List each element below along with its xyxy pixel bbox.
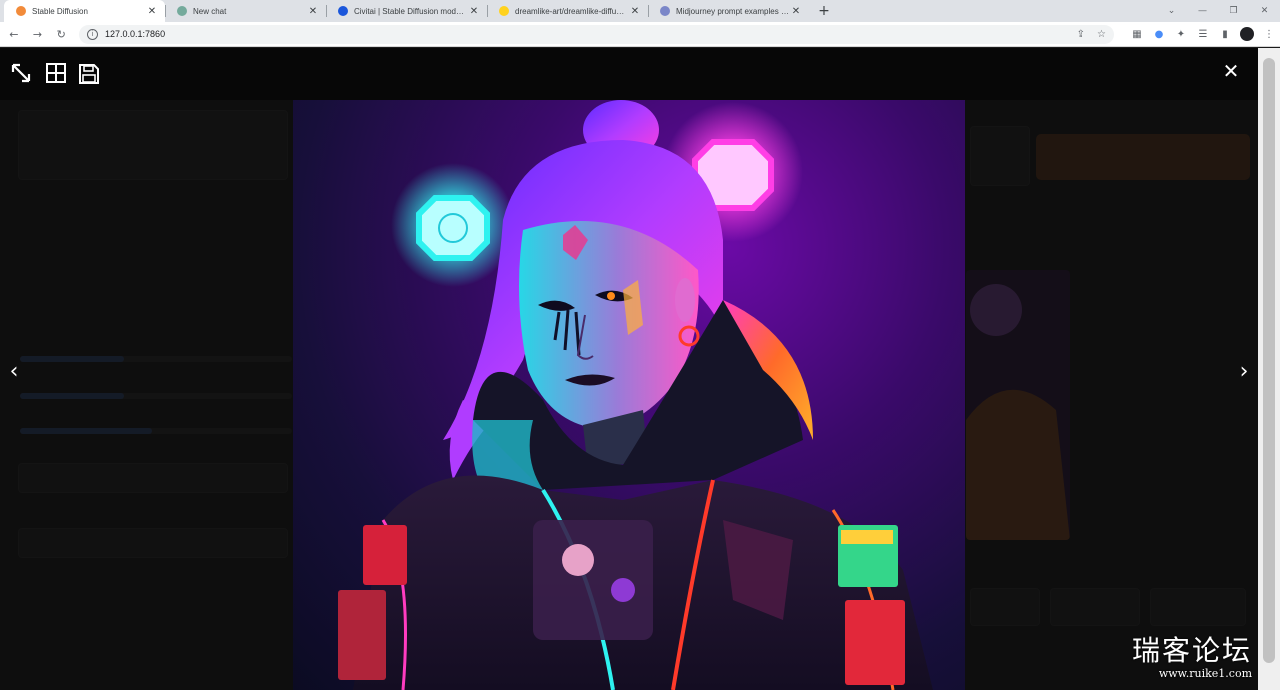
- reading-list-icon[interactable]: ☰: [1192, 24, 1214, 44]
- scrollbar-thumb[interactable]: [1263, 58, 1275, 663]
- watermark-name: 瑞客论坛: [1131, 634, 1252, 667]
- forward-icon[interactable]: →: [28, 24, 48, 44]
- tab-close-icon[interactable]: ✕: [789, 6, 803, 17]
- lightbox-toolbar: ✕: [0, 48, 1258, 100]
- extensions-area: ▦ ● ✦ ☰ ▮ ⋮: [1126, 24, 1280, 44]
- tab-title: Midjourney prompt examples | Le: [676, 6, 789, 16]
- tab-list: Stable Diffusion ✕ New chat ✕ Civitai | Stab…: [0, 0, 809, 22]
- generated-image: [293, 100, 965, 690]
- extensions-puzzle-icon[interactable]: ✦: [1170, 24, 1192, 44]
- tab-favicon-icon: [338, 6, 348, 16]
- tab-title: Civitai | Stable Diffusion models, e: [354, 6, 467, 16]
- browser-tab[interactable]: Stable Diffusion ✕: [4, 0, 165, 22]
- next-image-button[interactable]: ›: [1232, 358, 1256, 384]
- window-controls: ⌄ — ❐ ✕: [1156, 0, 1280, 22]
- tab-title: New chat: [193, 6, 227, 16]
- browser-tab[interactable]: Midjourney prompt examples | Le ✕: [648, 0, 809, 22]
- address-bar[interactable]: i 127.0.0.1:7860 ⇪ ☆: [79, 24, 1114, 44]
- lightbox-overlay: ✕ ‹ › 瑞客论坛 www.ruike1.com: [0, 48, 1258, 690]
- tab-favicon-icon: [660, 6, 670, 16]
- extension-circle-icon[interactable]: ●: [1148, 24, 1170, 44]
- tab-favicon-icon: [499, 6, 509, 16]
- lightbox-close-button[interactable]: ✕: [1218, 58, 1244, 84]
- site-info-icon[interactable]: i: [87, 28, 99, 40]
- close-window-icon[interactable]: ✕: [1249, 0, 1280, 22]
- tab-favicon-icon: [177, 6, 187, 16]
- page-scrollbar[interactable]: [1258, 48, 1280, 690]
- restore-icon[interactable]: ❐: [1218, 0, 1249, 22]
- extension-grid-icon[interactable]: ▦: [1126, 24, 1148, 44]
- browser-tab[interactable]: New chat ✕: [165, 0, 326, 22]
- tab-close-icon[interactable]: ✕: [306, 6, 320, 17]
- tab-title: dreamlike-art/dreamlike-diffusion-: [515, 6, 628, 16]
- back-icon[interactable]: ←: [4, 24, 24, 44]
- browser-tab[interactable]: Civitai | Stable Diffusion models, e ✕: [326, 0, 487, 22]
- browser-menu-icon[interactable]: ⋮: [1258, 24, 1280, 44]
- tile-grid-icon[interactable]: [43, 60, 69, 86]
- previous-image-button[interactable]: ‹: [2, 358, 26, 384]
- tab-close-icon[interactable]: ✕: [628, 6, 642, 17]
- address-url: 127.0.0.1:7860: [105, 29, 166, 39]
- tab-close-icon[interactable]: ✕: [145, 6, 159, 17]
- tab-close-icon[interactable]: ✕: [467, 6, 481, 17]
- screen: Stable Diffusion ✕ New chat ✕ Civitai | Stab…: [0, 0, 1280, 690]
- browser-tab-strip: Stable Diffusion ✕ New chat ✕ Civitai | Stab…: [0, 0, 1280, 22]
- new-tab-button[interactable]: +: [813, 0, 835, 22]
- profile-avatar[interactable]: [1240, 27, 1254, 41]
- save-icon[interactable]: [76, 61, 102, 87]
- side-panel-icon[interactable]: ▮: [1214, 24, 1236, 44]
- share-icon[interactable]: ⇪: [1077, 29, 1085, 40]
- tab-title: Stable Diffusion: [32, 6, 88, 16]
- tab-favicon-icon: [16, 6, 26, 16]
- browser-toolbar: ← → ↻ i 127.0.0.1:7860 ⇪ ☆ ▦ ● ✦ ☰ ▮ ⋮: [0, 22, 1280, 47]
- reload-icon[interactable]: ↻: [51, 24, 71, 44]
- minimize-icon[interactable]: —: [1187, 0, 1218, 22]
- site-watermark: 瑞客论坛 www.ruike1.com: [1132, 629, 1252, 680]
- fullscreen-toggle-icon[interactable]: [8, 60, 34, 86]
- browser-tab[interactable]: dreamlike-art/dreamlike-diffusion- ✕: [487, 0, 648, 22]
- bookmark-star-icon[interactable]: ☆: [1097, 29, 1106, 40]
- tab-search-icon[interactable]: ⌄: [1156, 0, 1187, 22]
